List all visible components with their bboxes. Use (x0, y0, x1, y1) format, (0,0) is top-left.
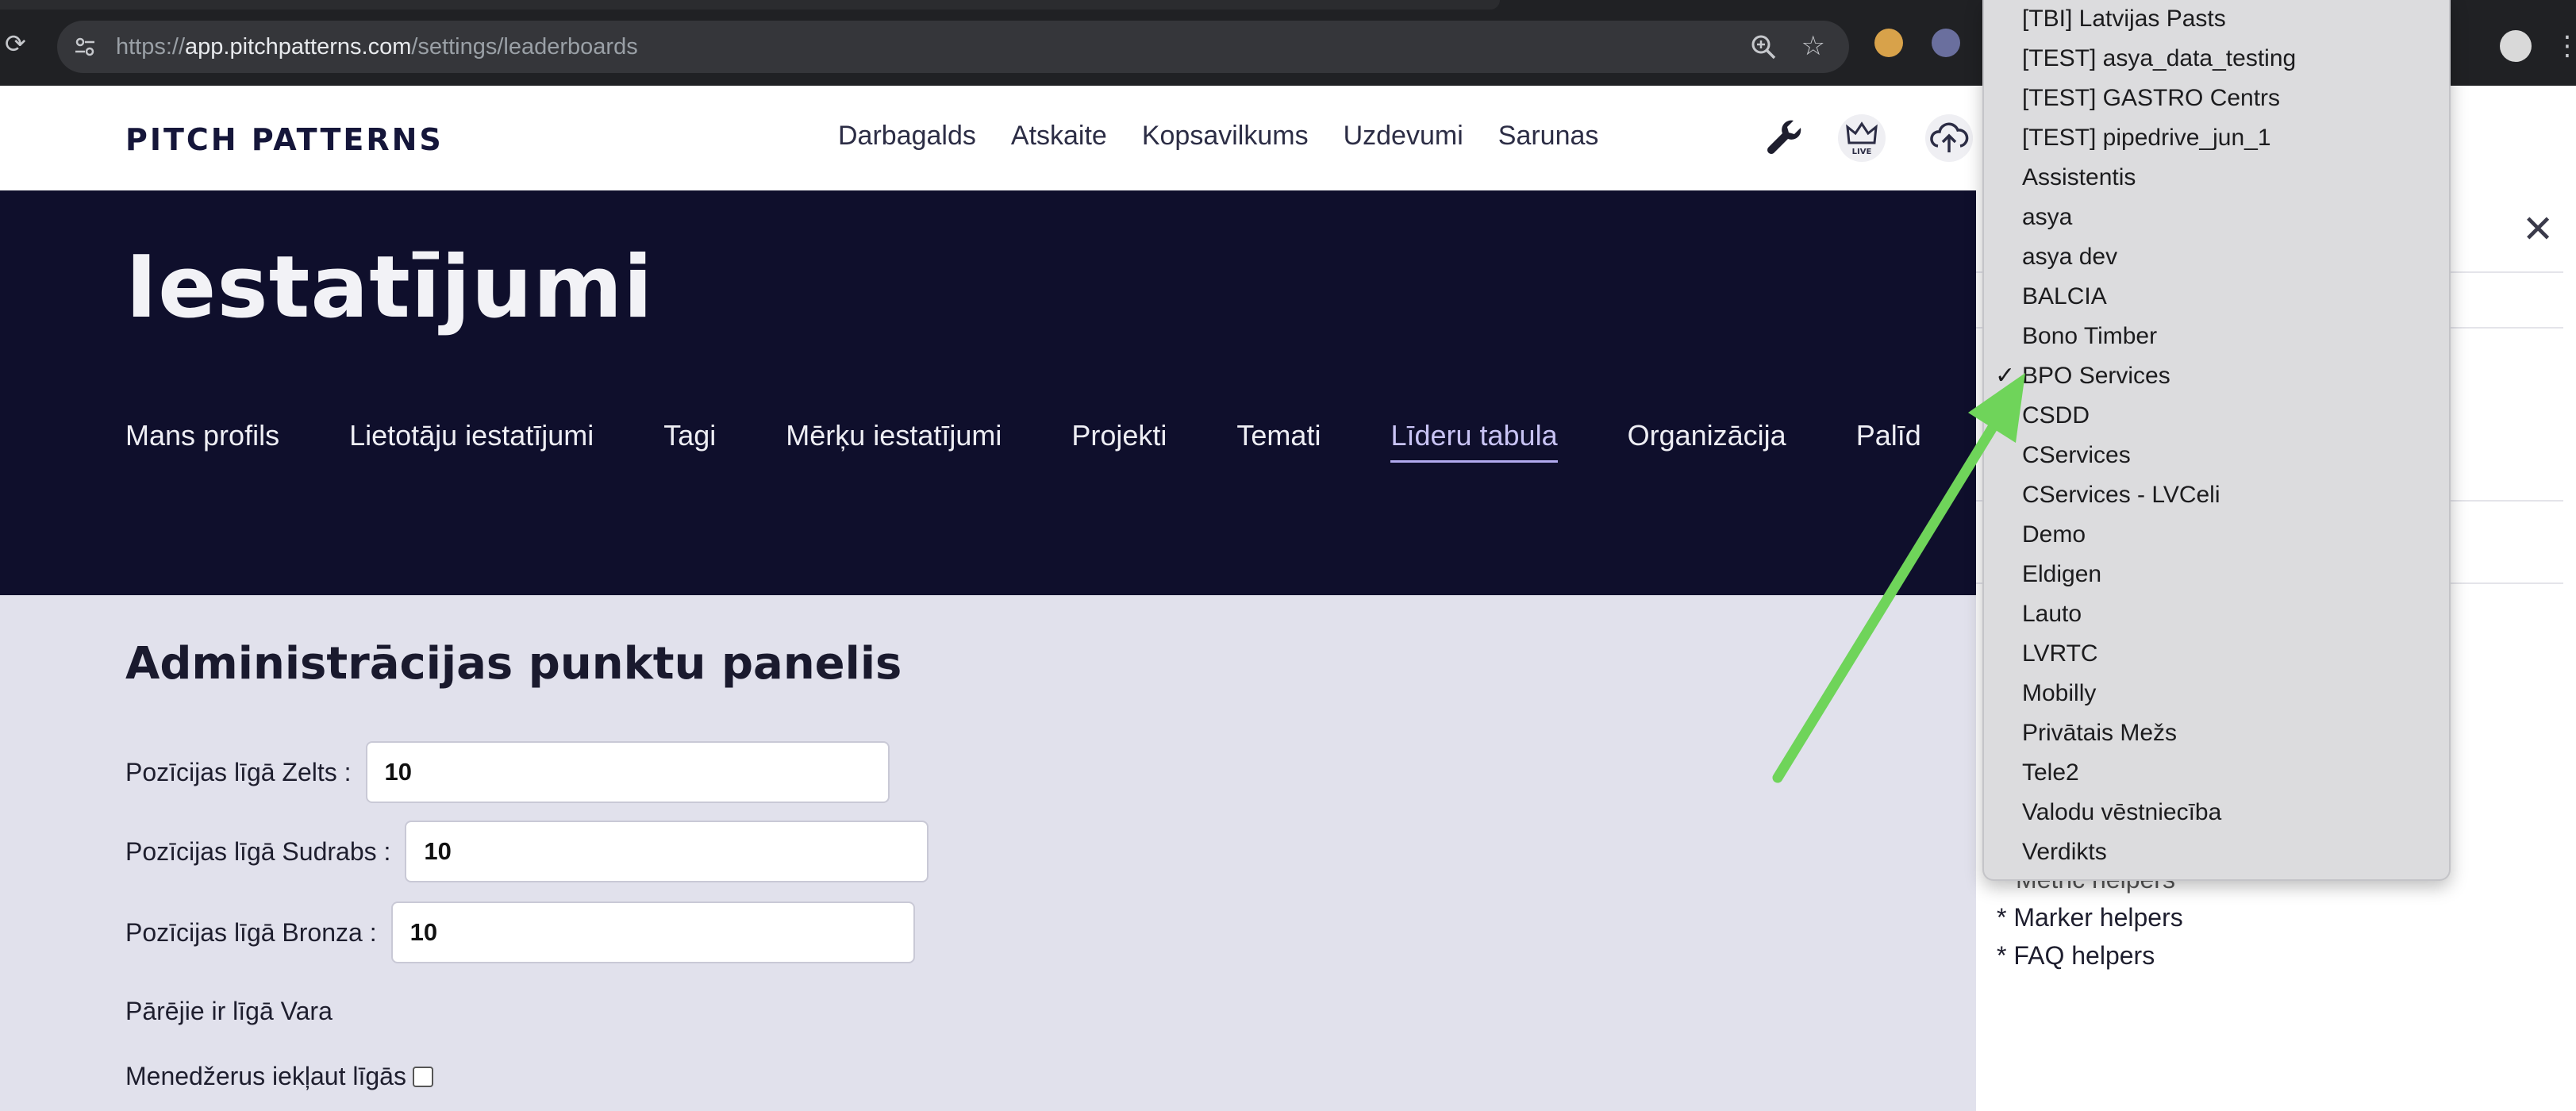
tab-mans-profils[interactable]: Mans profils (125, 419, 279, 463)
dropdown-option[interactable]: [TBI] Latvijas Pasts (2022, 5, 2226, 33)
dropdown-option[interactable]: Demo (2022, 521, 2086, 549)
nav-item-atskaite[interactable]: Atskaite (1011, 121, 1107, 152)
site-settings-icon[interactable] (73, 35, 97, 59)
tab-lideru-tabula[interactable]: Līderu tabula (1390, 419, 1558, 463)
tab-merku-iestatijumi[interactable]: Mērķu iestatījumi (786, 419, 1002, 463)
gold-positions-input[interactable] (365, 741, 890, 803)
nav-item-darbagalds[interactable]: Darbagalds (838, 121, 976, 152)
dropdown-option[interactable]: Eldigen (2022, 560, 2101, 589)
dropdown-option[interactable]: CSDD (2022, 402, 2090, 430)
dropdown-option[interactable]: Mobilly (2022, 679, 2096, 708)
bookmark-star-icon[interactable]: ☆ (1801, 31, 1825, 61)
crown-live-icon[interactable]: LIVE (1836, 113, 1887, 163)
url-host: app.pitchpatterns.com (185, 34, 412, 60)
nav-item-sarunas[interactable]: Sarunas (1498, 121, 1599, 152)
selected-check-icon: ✓ (1995, 363, 2016, 389)
settings-tabs: Mans profils Lietotāju iestatījumi Tagi … (125, 419, 1921, 463)
dropdown-option[interactable]: Assistentis (2022, 163, 2136, 192)
dropdown-option[interactable]: [TEST] asya_data_testing (2022, 44, 2296, 73)
silver-row: Pozīcijas līgā Sudrabs : (125, 821, 929, 882)
wrench-icon[interactable] (1759, 113, 1809, 163)
logo[interactable]: PITCH PATTERNS (125, 122, 444, 157)
dropdown-option[interactable]: LVRTC (2022, 640, 2098, 668)
url-scheme: https:// (116, 34, 186, 60)
close-icon[interactable]: ✕ (2522, 208, 2554, 252)
tab-tagi[interactable]: Tagi (663, 419, 716, 463)
top-nav: Darbagalds Atskaite Kopsavilkums Uzdevum… (838, 121, 1598, 152)
bronze-positions-input[interactable] (390, 901, 915, 963)
dropdown-option[interactable]: Lauto (2022, 600, 2082, 629)
gold-row: Pozīcijas līgā Zelts : (125, 741, 890, 803)
bronze-label: Pozīcijas līgā Bronza : (125, 917, 377, 947)
gold-label: Pozīcijas līgā Zelts : (125, 757, 352, 786)
dropdown-option[interactable]: Tele2 (2022, 759, 2079, 787)
project-dropdown-menu[interactable]: [TBI] Latvijas Pasts [TEST] asya_data_te… (1982, 0, 2451, 881)
live-badge: LIVE (1852, 148, 1872, 156)
silver-label: Pozīcijas līgā Sudrabs : (125, 836, 391, 866)
dropdown-option[interactable]: [TEST] GASTRO Centrs (2022, 84, 2280, 113)
dropdown-option[interactable]: Valodu vēstniecība (2022, 798, 2221, 827)
tab-strip (0, 0, 1500, 10)
dropdown-option[interactable]: CServices (2022, 441, 2131, 470)
tab-organizacija[interactable]: Organizācija (1628, 419, 1786, 463)
marker-helpers-link[interactable]: * Marker helpers (1997, 903, 2183, 932)
nav-item-kopsavilkums[interactable]: Kopsavilkums (1142, 121, 1309, 152)
dropdown-option[interactable]: Bono Timber (2022, 322, 2157, 351)
managers-label: Menedžerus iekļaut līgās (125, 1062, 406, 1090)
dropdown-option[interactable]: Verdikts (2022, 838, 2107, 867)
tab-palidziba[interactable]: Palīd (1856, 419, 1921, 463)
tab-lietotaju-iestatijumi[interactable]: Lietotāju iestatījumi (349, 419, 594, 463)
faq-helpers-link[interactable]: * FAQ helpers (1997, 941, 2155, 971)
section-title: Administrācijas punktu panelis (125, 638, 902, 690)
cookie-extension-icon[interactable] (1874, 29, 1903, 57)
dropdown-option[interactable]: CServices - LVCeli (2022, 481, 2220, 509)
tab-projekti[interactable]: Projekti (1071, 419, 1167, 463)
dropdown-option[interactable]: asya (2022, 203, 2072, 232)
dropdown-option[interactable]: asya dev (2022, 243, 2117, 271)
leaderboard-settings: Administrācijas punktu panelis Pozīcijas… (0, 595, 1976, 1111)
dropdown-option[interactable]: [TEST] pipedrive_jun_1 (2022, 124, 2271, 152)
cloud-upload-icon[interactable] (1924, 113, 1974, 163)
include-managers-checkbox[interactable] (412, 1066, 433, 1087)
bronze-row: Pozīcijas līgā Bronza : (125, 901, 915, 963)
avatar[interactable] (2500, 30, 2532, 62)
shield-extension-icon[interactable] (1932, 29, 1960, 57)
dropdown-option[interactable]: Privātais Mežs (2022, 719, 2177, 748)
dropdown-option[interactable]: BALCIA (2022, 283, 2107, 311)
url-path: /settings/leaderboards (411, 34, 638, 60)
url-text[interactable]: https://app.pitchpatterns.com/settings/l… (116, 33, 638, 60)
address-bar[interactable]: https://app.pitchpatterns.com/settings/l… (57, 21, 1849, 73)
browser-menu-icon[interactable]: ⋮ (2554, 30, 2576, 62)
others-league-text: Pārējie ir līgā Vara (125, 997, 333, 1025)
silver-positions-input[interactable] (405, 821, 929, 882)
page-title: Iestatījumi (125, 238, 654, 337)
dropdown-option-selected[interactable]: BPO Services (2022, 362, 2170, 390)
nav-item-uzdevumi[interactable]: Uzdevumi (1344, 121, 1463, 152)
managers-row: Menedžerus iekļaut līgās (125, 1062, 433, 1091)
zoom-icon[interactable] (1749, 33, 1778, 61)
tab-temati[interactable]: Temati (1236, 419, 1321, 463)
reload-icon[interactable]: ⟳ (5, 30, 32, 57)
